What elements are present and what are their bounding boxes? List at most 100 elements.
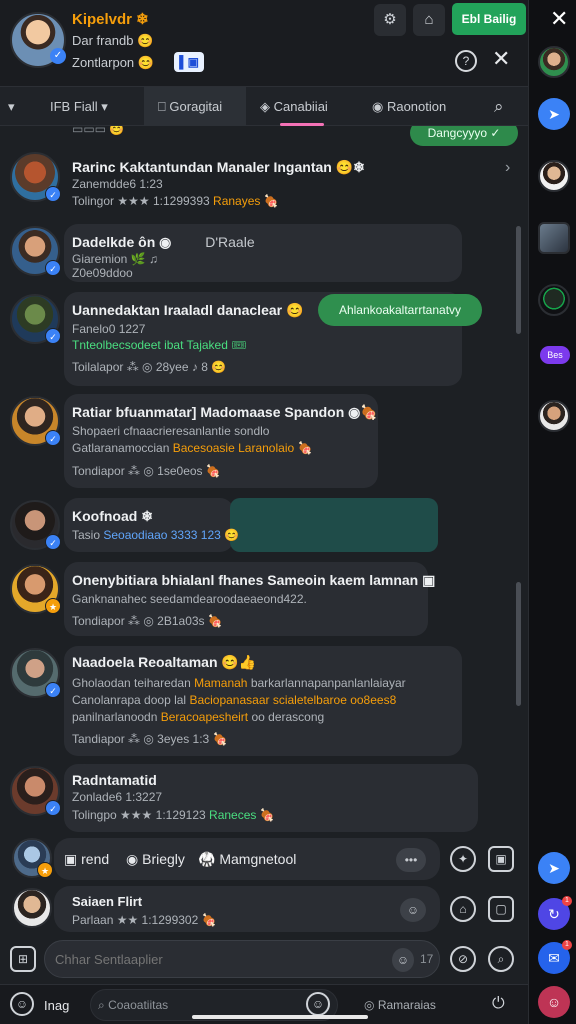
avatar: ✓ [10,766,61,816]
rail-avatar[interactable] [538,400,570,432]
list-item[interactable]: ✓ Uannedaktan Iraaladl danaclear 😊 Ahlan… [0,290,510,386]
tab-categories[interactable]: ⎕ Goragitai [144,87,246,126]
rail-avatar[interactable] [538,160,570,192]
conversation-meta: Zanemdde6 1:23 [72,177,163,191]
message-input[interactable] [44,940,440,978]
bot-icon[interactable]: ☺ [306,992,330,1016]
power-icon[interactable]: ⏻ [492,995,505,1013]
conversation-title: Rarinc Kaktantundan Manaler Ingantan 😊❄ [72,159,365,175]
conversation-title: Radntamatid [72,772,157,788]
profile-subtitle: Zontlarpon 😊 [72,55,154,70]
title-text: Dadelkde ôn ◉ [72,234,172,250]
list-item[interactable]: ✓ Naadoela Reoaltaman 😊👍 Gholaodan teiha… [0,644,510,756]
quick-action-magnet[interactable]: 🥋 Mamgnetool [198,851,296,868]
message-pill[interactable]: Dangcyyyo ✓ [410,126,518,146]
quick-action-briefly[interactable]: ◉ Briegly [126,851,185,868]
conversation-title: Naadoela Reoaltaman 😊👍 [72,654,257,670]
send-icon[interactable]: ➤ [538,852,570,884]
conversation-stats: Tondiapor ⁂ ◎ 1se0eos 🍖 [72,464,221,478]
list-item[interactable]: ★ Onenybitiara bhialanl fhanes Sameoin k… [0,560,510,638]
list-item[interactable]: ✓ Rarinc Kaktantundan Manaler Ingantan 😊… [0,146,510,218]
settings-icon[interactable]: ⚙ [374,4,406,36]
list-item[interactable]: ✓ Dadelkde ôn ◉ D'Raale Giaremion 🌿 ♫ Z0… [0,222,510,284]
status-icon: ★ [45,598,61,614]
attach-icon[interactable]: ▣ [488,846,514,872]
tab-channels[interactable]: ◈ Canabiiai [260,87,350,126]
emoji-icon[interactable]: ☺ [392,948,414,972]
quick-action-send[interactable]: ▣ rend [64,851,109,868]
rail-avatar[interactable] [538,284,570,316]
avatar-icon[interactable]: ☺ [538,986,570,1018]
emoji-icon[interactable]: ☺ [400,898,426,922]
emoji-picker-button[interactable]: ••• [396,848,426,872]
tab-collapse[interactable]: ▾ [8,87,28,126]
conversation-meta: Ganknanahec seedamdearoodaeaeond422. [72,592,307,606]
quick-actions-row: ★ ▣ rend ◉ Briegly 🥋 Mamgnetool ••• ✦ ▣ [0,834,528,882]
preview-text: barkarlannapanpanlanlaiayar [250,676,406,690]
preview-text: Tolingpo ★★★ 1:129123 [72,808,206,822]
avatar: ✓ [10,396,61,446]
reply-pill[interactable]: Ahlankoakaltarrtanatvy [318,294,482,326]
list-item[interactable]: ✓ Radntamatid Zonlade6 1:3227 Tolingpo ★… [0,762,510,832]
emoji-icon[interactable]: ☺ [10,992,34,1016]
input-row: ⊞ ☺ 17 ⊘ ⌕ [0,936,528,982]
home-icon[interactable]: ⌂ [450,896,476,922]
profile-avatar[interactable]: ✓ [10,12,66,68]
list-item[interactable]: ✓ Koofnoad ❄ Tasio Seoaodiaao 3333 123 😊 [0,496,510,554]
emoji-icon: 🥋 [198,851,216,867]
help-icon[interactable]: ? [455,50,477,72]
square-icon[interactable]: ▢ [488,896,514,922]
rail-thumbnail[interactable] [538,222,570,254]
media-preview[interactable] [230,498,438,552]
profile-name: Kipelvdr ❄ [72,11,149,28]
draft-row: Saiaen Flirt Parlaan ★★ 1:1299302 🍖 ☺ ⌂ … [0,884,528,934]
media-chip[interactable]: ▌▣ [174,52,204,72]
no-sound-icon[interactable]: ⊘ [450,946,476,972]
close-icon[interactable]: ✕ [492,46,510,72]
verified-icon: ✓ [45,800,61,816]
conversation-title: Ratiar bfuanmatar] Madomaase Spandon ◉🍖 [72,404,378,420]
draft-title: Saiaen Flirt [72,894,143,909]
sticker-icon[interactable]: ✦ [450,846,476,872]
avatar: ★ [10,564,61,614]
profile-status: Dar frandb 😊 [72,33,154,48]
rail-badge[interactable]: Bes [540,346,570,364]
preview-tag: Raneces 🍖 [209,808,275,822]
conversation-title: Uannedaktan Iraaladl danaclear 😊 [72,302,304,318]
title-extra: D'Raale [205,234,255,250]
list-item[interactable]: ✓ Ratiar bfuanmatar] Madomaase Spandon ◉… [0,392,510,488]
quick-action-label: Mamgnetool [219,851,297,867]
conversation-meta: Fanelo0 1227 [72,322,146,336]
tab-filter[interactable]: IFB Fiall ▾ [50,87,140,126]
avatar: ✓ [10,152,61,202]
rail-avatar[interactable] [538,46,570,78]
scrollbar[interactable] [516,582,521,706]
chevron-right-icon[interactable]: › [505,159,510,177]
verified-icon: ✓ [45,186,61,202]
conversation-preview: Gatlaranamoccian Bacesoasie Laranolaio 🍖 [72,441,312,455]
tab-notifications[interactable]: ◉ Raonotion [372,87,467,126]
close-icon[interactable]: ✕ [550,6,568,32]
conversation-preview: Gholaodan teiharedan Mamanah barkarlanna… [72,676,406,690]
footer-label[interactable]: Inag [44,998,69,1013]
search-icon[interactable]: ⌕ [488,946,514,972]
conversation-meta: Zonlade6 1:3227 [72,790,163,804]
search-icon[interactable]: ⌕ [494,87,514,126]
conversation-preview: Z0e09ddoo [72,266,133,280]
grid-icon[interactable]: ⊞ [10,946,36,972]
verified-icon: ✓ [45,328,61,344]
lock-icon[interactable]: ⌂ [413,4,445,36]
preview-tag: Ranayes 🍖 [213,194,279,208]
send-icon[interactable]: ➤ [538,98,570,130]
preview-text: Tasio [72,528,101,542]
conversation-preview: Tolingpo ★★★ 1:129123 Raneces 🍖 [72,808,275,822]
footer-action[interactable]: ◎ Ramaraias [364,998,436,1012]
avatar: ✓ [10,648,61,698]
draft-subtitle: Parlaan ★★ 1:1299302 🍖 [72,913,217,927]
preview-tag: Baciopanasaar scialetelbaroe oo8ees8 [189,693,397,707]
search-icon: ⌕ [98,998,105,1012]
verified-icon: ✓ [45,534,61,550]
scrollbar[interactable] [516,226,521,334]
conversation-preview: panilnarlanoodn Beracoapesheirt oo deras… [72,710,324,724]
primary-action-button[interactable]: Ebl Bailig [452,3,526,35]
